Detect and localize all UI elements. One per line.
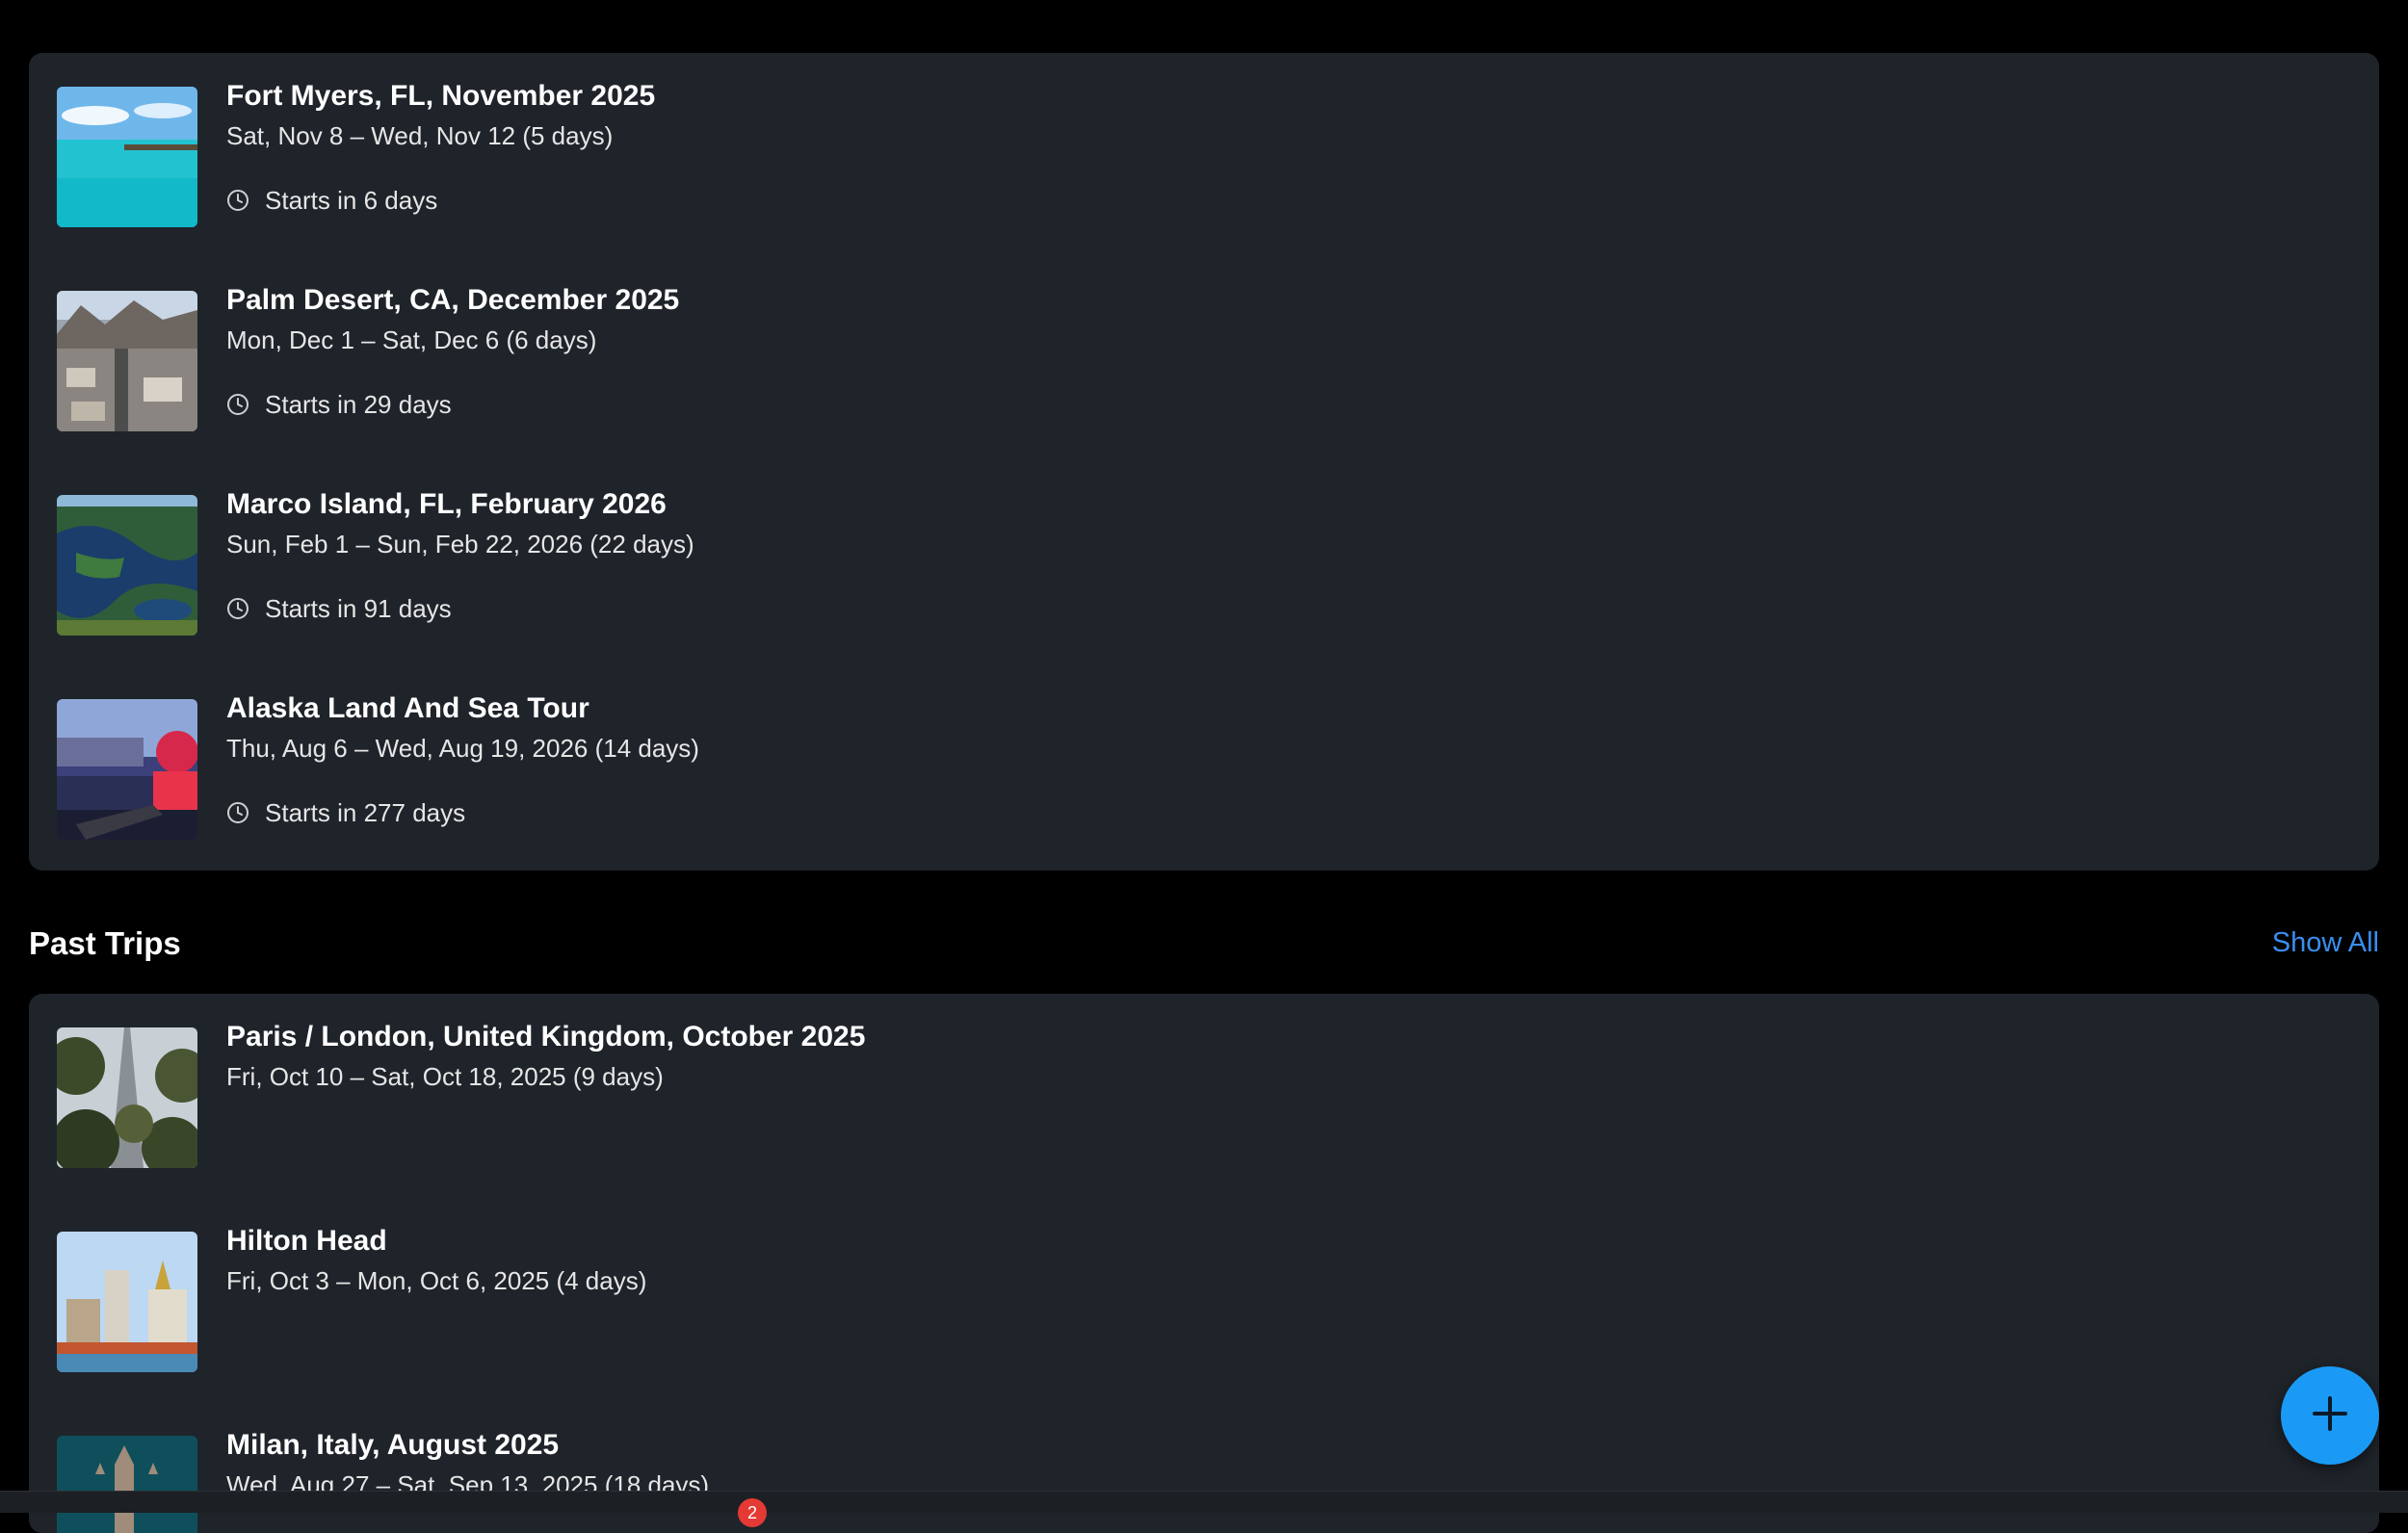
trip-title: Alaska Land And Sea Tour [226,692,589,724]
trip-row[interactable]: Marco Island, FL, February 2026 Sun, Feb… [29,461,2379,665]
trip-title: Palm Desert, CA, December 2025 [226,284,680,316]
trip-row[interactable]: Paris / London, United Kingdom, October … [29,994,2379,1198]
trip-dates: Mon, Dec 1 – Sat, Dec 6 (6 days) [226,325,597,354]
clock-icon [226,597,249,620]
countdown-text: Starts in 29 days [265,389,452,419]
upcoming-trips-list: Fort Myers, FL, November 2025 Sat, Nov 8… [29,53,2379,870]
trip-thumbnail [57,1027,197,1168]
trip-thumbnail [57,495,197,636]
countdown-text: Starts in 91 days [265,593,452,623]
trip-countdown: Starts in 277 days [226,798,465,827]
trip-dates: Fri, Oct 10 – Sat, Oct 18, 2025 (9 days) [226,1062,664,1091]
trip-row[interactable]: Hilton Head Fri, Oct 3 – Mon, Oct 6, 202… [29,1198,2379,1402]
trip-title: Hilton Head [226,1225,387,1257]
trip-thumbnail [57,1232,197,1372]
add-trip-button[interactable] [2281,1366,2379,1465]
past-trips-list: Paris / London, United Kingdom, October … [29,994,2379,1533]
trip-row[interactable]: Milan, Italy, August 2025 Wed, Aug 27 – … [29,1402,2379,1533]
trip-thumbnail [57,699,197,840]
tab-bar [0,1491,2408,1513]
trip-dates: Thu, Aug 6 – Wed, Aug 19, 2026 (14 days) [226,734,699,763]
trip-dates: Sun, Feb 1 – Sun, Feb 22, 2026 (22 days) [226,530,694,559]
past-trips-heading: Past Trips [29,925,181,961]
plus-icon [2309,1392,2351,1440]
trip-title: Marco Island, FL, February 2026 [226,488,667,520]
trip-row[interactable]: Alaska Land And Sea Tour Thu, Aug 6 – We… [29,665,2379,870]
trip-title: Paris / London, United Kingdom, October … [226,1021,866,1052]
clock-icon [226,393,249,416]
trip-row[interactable]: Palm Desert, CA, December 2025 Mon, Dec … [29,257,2379,461]
trip-countdown: Starts in 6 days [226,186,437,215]
trip-row[interactable]: Fort Myers, FL, November 2025 Sat, Nov 8… [29,53,2379,257]
clock-icon [226,801,249,824]
show-all-link[interactable]: Show All [2272,927,2379,959]
trip-countdown: Starts in 91 days [226,594,452,623]
trip-thumbnail [57,1436,197,1533]
countdown-text: Starts in 6 days [265,185,438,215]
trip-thumbnail [57,87,197,227]
trip-countdown: Starts in 29 days [226,390,452,419]
trip-dates: Fri, Oct 3 – Mon, Oct 6, 2025 (4 days) [226,1266,647,1295]
trip-title: Milan, Italy, August 2025 [226,1429,560,1461]
trip-dates: Sat, Nov 8 – Wed, Nov 12 (5 days) [226,121,614,150]
clock-icon [226,189,249,212]
countdown-text: Starts in 277 days [265,797,466,827]
notification-badge: 2 [738,1498,767,1527]
trip-thumbnail [57,291,197,431]
trip-title: Fort Myers, FL, November 2025 [226,80,656,112]
